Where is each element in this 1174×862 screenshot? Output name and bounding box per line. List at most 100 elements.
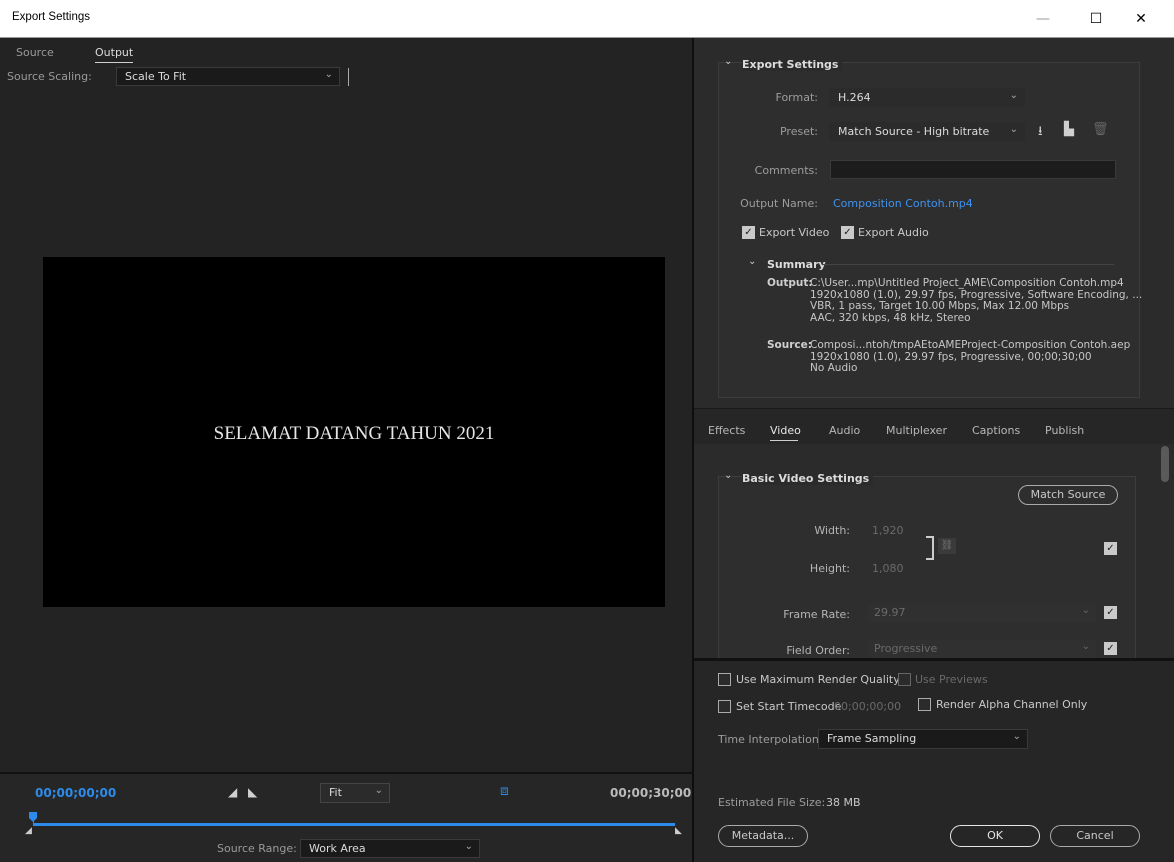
settings-tabs: Effects Video Audio Multiplexer Captions… <box>694 424 1174 440</box>
basic-video-heading: Basic Video Settings <box>742 472 874 485</box>
width-label: Width: <box>814 524 850 537</box>
zoom-value: Fit <box>329 786 342 799</box>
set-out-point-icon[interactable]: ◣ <box>248 785 257 799</box>
width-value[interactable]: 1,920 <box>872 524 904 537</box>
end-timecode: 00;00;30;00 <box>610 786 692 800</box>
match-source-button[interactable]: Match Source <box>1018 485 1118 505</box>
source-scaling-dropdown[interactable]: Scale To Fit ⌄ <box>116 67 340 86</box>
work-area-bar[interactable] <box>33 823 675 826</box>
tab-multiplexer[interactable]: Multiplexer <box>886 424 947 437</box>
summary-source-label: Source: <box>767 339 812 351</box>
summary-rule <box>822 264 1114 265</box>
source-range-label: Source Range: <box>217 842 297 855</box>
video-preview: SELAMAT DATANG TAHUN 2021 <box>43 257 665 607</box>
link-icon[interactable]: ⛓ <box>938 538 956 554</box>
import-preset-icon[interactable]: ▙ <box>1064 122 1074 137</box>
chevron-down-icon: ⌄ <box>1081 605 1090 616</box>
minimize-icon[interactable]: — <box>1020 0 1066 38</box>
summary-output-line: VBR, 1 pass, Target 10.00 Mbps, Max 12.0… <box>810 300 1070 312</box>
time-interpolation-label: Time Interpolation: <box>718 733 823 746</box>
right-pane: ⌄ Export Settings Format: H.264 ⌄ Preset… <box>694 38 1174 862</box>
export-video-checkbox[interactable]: ✓ <box>742 226 755 239</box>
set-start-timecode-checkbox[interactable] <box>718 700 731 713</box>
maximize-icon[interactable]: ☐ <box>1073 0 1119 38</box>
frame-rate-label: Frame Rate: <box>783 608 850 621</box>
zoom-dropdown[interactable]: Fit ⌄ <box>320 783 390 803</box>
summary-source-line: 1920x1080 (1.0), 29.97 fps, Progressive,… <box>810 350 1092 363</box>
output-name-link[interactable]: Composition Contoh.mp4 <box>833 197 973 210</box>
frame-rate-value: 29.97 <box>874 606 906 619</box>
preset-label: Preset: <box>779 125 818 138</box>
chevron-down-icon: ⌄ <box>1012 731 1021 742</box>
max-render-quality-checkbox[interactable] <box>718 673 731 686</box>
tab-output[interactable]: Output <box>95 46 134 63</box>
summary-heading: Summary <box>767 258 826 271</box>
dimension-bracket <box>926 536 934 560</box>
use-previews-checkbox[interactable] <box>898 673 911 686</box>
export-settings-heading: Export Settings <box>742 58 843 71</box>
frame-rate-dropdown[interactable]: 29.97 ⌄ <box>868 604 1096 622</box>
aspect-toggle-icon[interactable]: ⧈ <box>500 783 509 799</box>
set-start-timecode-label: Set Start Timecode <box>736 700 842 713</box>
source-range-dropdown[interactable]: Work Area ⌄ <box>300 839 480 858</box>
chevron-down-icon: ⌄ <box>1081 641 1090 652</box>
separator <box>348 68 349 86</box>
save-preset-icon[interactable]: ⭳ <box>1038 122 1043 144</box>
tab-video[interactable]: Video <box>770 424 801 437</box>
collapse-chevron-icon[interactable]: ⌄ <box>724 470 732 481</box>
chevron-down-icon: ⌄ <box>1009 124 1018 135</box>
height-label: Height: <box>809 562 850 575</box>
summary-output-label: Output: <box>767 277 813 289</box>
match-frame-rate-checkbox[interactable]: ✓ <box>1104 606 1117 619</box>
video-settings-scroll: ⌄ Basic Video Settings Match Source Widt… <box>702 446 1160 658</box>
summary-chevron-icon[interactable]: ⌄ <box>748 256 756 267</box>
source-scaling-value: Scale To Fit <box>125 70 187 83</box>
metadata-button[interactable]: Metadata... <box>718 825 808 847</box>
out-point-marker-icon[interactable]: ◣ <box>675 826 682 836</box>
tab-audio[interactable]: Audio <box>829 424 860 437</box>
format-value: H.264 <box>838 91 871 104</box>
tab-captions[interactable]: Captions <box>972 424 1020 437</box>
comments-label: Comments: <box>754 164 818 177</box>
time-interpolation-dropdown[interactable]: Frame Sampling ⌄ <box>818 729 1028 749</box>
scrollbar-thumb[interactable] <box>1161 446 1169 482</box>
time-interpolation-value: Frame Sampling <box>827 732 917 745</box>
estimated-size-label: Estimated File Size: <box>718 796 826 809</box>
field-order-label: Field Order: <box>786 644 850 657</box>
start-timecode-value[interactable]: 00;00;00;00 <box>834 700 901 713</box>
summary-source-line: No Audio <box>810 362 858 374</box>
render-alpha-label: Render Alpha Channel Only <box>936 698 1088 711</box>
tab-effects[interactable]: Effects <box>708 424 745 437</box>
active-tab-underline <box>770 440 798 441</box>
chevron-down-icon: ⌄ <box>374 785 383 796</box>
set-in-point-icon[interactable]: ◢ <box>228 785 237 799</box>
field-order-dropdown[interactable]: Progressive ⌄ <box>868 640 1096 658</box>
close-icon[interactable]: ✕ <box>1118 0 1164 38</box>
chevron-down-icon: ⌄ <box>464 841 473 852</box>
tab-publish[interactable]: Publish <box>1045 424 1084 437</box>
match-field-order-checkbox[interactable]: ✓ <box>1104 642 1117 655</box>
bottom-panel: Use Maximum Render Quality Use Previews … <box>694 661 1174 862</box>
format-dropdown[interactable]: H.264 ⌄ <box>829 88 1025 107</box>
export-audio-checkbox[interactable]: ✓ <box>841 226 854 239</box>
ok-button[interactable]: OK <box>950 825 1040 847</box>
delete-preset-icon[interactable]: 🗑 <box>1092 122 1109 137</box>
preset-dropdown[interactable]: Match Source - High bitrate ⌄ <box>829 122 1025 141</box>
in-point-marker-icon[interactable]: ◢ <box>25 826 32 836</box>
title-bar: Export Settings — ☐ ✕ <box>0 0 1174 38</box>
height-value[interactable]: 1,080 <box>872 562 904 575</box>
export-video-label: Export Video <box>759 226 830 239</box>
render-alpha-checkbox[interactable] <box>918 698 931 711</box>
start-timecode[interactable]: 00;00;00;00 <box>35 786 116 800</box>
field-order-value: Progressive <box>874 642 938 655</box>
summary-source: Composi...ntoh/tmpAEtoAMEProject-Composi… <box>810 339 1130 375</box>
cancel-button[interactable]: Cancel <box>1050 825 1140 847</box>
scrollbar[interactable] <box>1160 446 1170 658</box>
summary-output: C:\User...mp\Untitled Project_AME\Compos… <box>810 277 1142 324</box>
match-dimensions-checkbox[interactable]: ✓ <box>1104 542 1117 555</box>
tab-source[interactable]: Source <box>16 46 54 59</box>
collapse-chevron-icon[interactable]: ⌄ <box>724 56 732 67</box>
timeline-panel: 00;00;00;00 ◢ ◣ Fit ⌄ ⧈ 00;00;30;00 ◢ ◣ … <box>0 774 692 862</box>
comments-input[interactable] <box>830 160 1116 179</box>
estimated-size-value: 38 MB <box>826 796 861 809</box>
